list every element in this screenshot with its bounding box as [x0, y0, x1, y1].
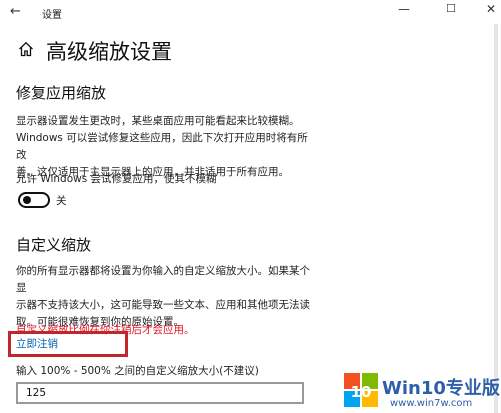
- watermark: 10 Win10专业版 www.win7w.com: [338, 368, 501, 413]
- home-icon[interactable]: [18, 41, 34, 57]
- scrollbar-thumb[interactable]: [494, 24, 498, 413]
- custom-scaling-line: 你的所有显示器都将设置为你输入的自定义缩放大小。如果某个显: [16, 265, 310, 294]
- fix-scaling-heading: 修复应用缩放: [16, 84, 107, 102]
- custom-scaling-description: 你的所有显示器都将设置为你输入的自定义缩放大小。如果某个显 示器不支持该大小，这…: [16, 263, 316, 331]
- custom-scaling-heading: 自定义缩放: [16, 236, 92, 254]
- custom-scale-label: 输入 100% - 500% 之间的自定义缩放大小(不建议): [16, 365, 259, 377]
- fix-scaling-line: 显示器设置发生更改时，某些桌面应用可能看起来比较模糊。: [16, 115, 300, 127]
- watermark-title: Win10专业版: [382, 378, 500, 399]
- custom-scaling-line: 示器不支持该大小，这可能导致一些文本、应用和其他项无法读: [16, 299, 310, 311]
- watermark-url: www.win7w.com: [390, 398, 473, 409]
- toggle-state-label: 关: [56, 195, 67, 207]
- toggle-knob: [23, 196, 31, 204]
- custom-scale-input[interactable]: [16, 382, 304, 404]
- page-title: 高级缩放设置: [46, 40, 172, 64]
- minimize-icon[interactable]: —: [398, 2, 410, 16]
- watermark-logo-text: 10: [351, 383, 372, 401]
- title-bar: ← 设置 — ☐ ✕: [0, 0, 501, 24]
- toggle-caption: 允许 Windows 尝试修复应用，使其不模糊: [16, 173, 217, 185]
- window-title: 设置: [42, 10, 62, 21]
- fix-scaling-line: Windows 可以尝试修复这些应用，因此下次打开应用时将有所改: [16, 132, 308, 161]
- scrollbar[interactable]: [493, 24, 499, 413]
- fix-apps-toggle[interactable]: [18, 192, 50, 208]
- sign-out-now-link[interactable]: 立即注销: [16, 336, 58, 351]
- close-icon[interactable]: ✕: [486, 2, 496, 16]
- maximize-icon[interactable]: ☐: [446, 2, 456, 15]
- windows-logo-icon: 10: [344, 373, 378, 407]
- back-arrow-icon[interactable]: ←: [10, 4, 21, 19]
